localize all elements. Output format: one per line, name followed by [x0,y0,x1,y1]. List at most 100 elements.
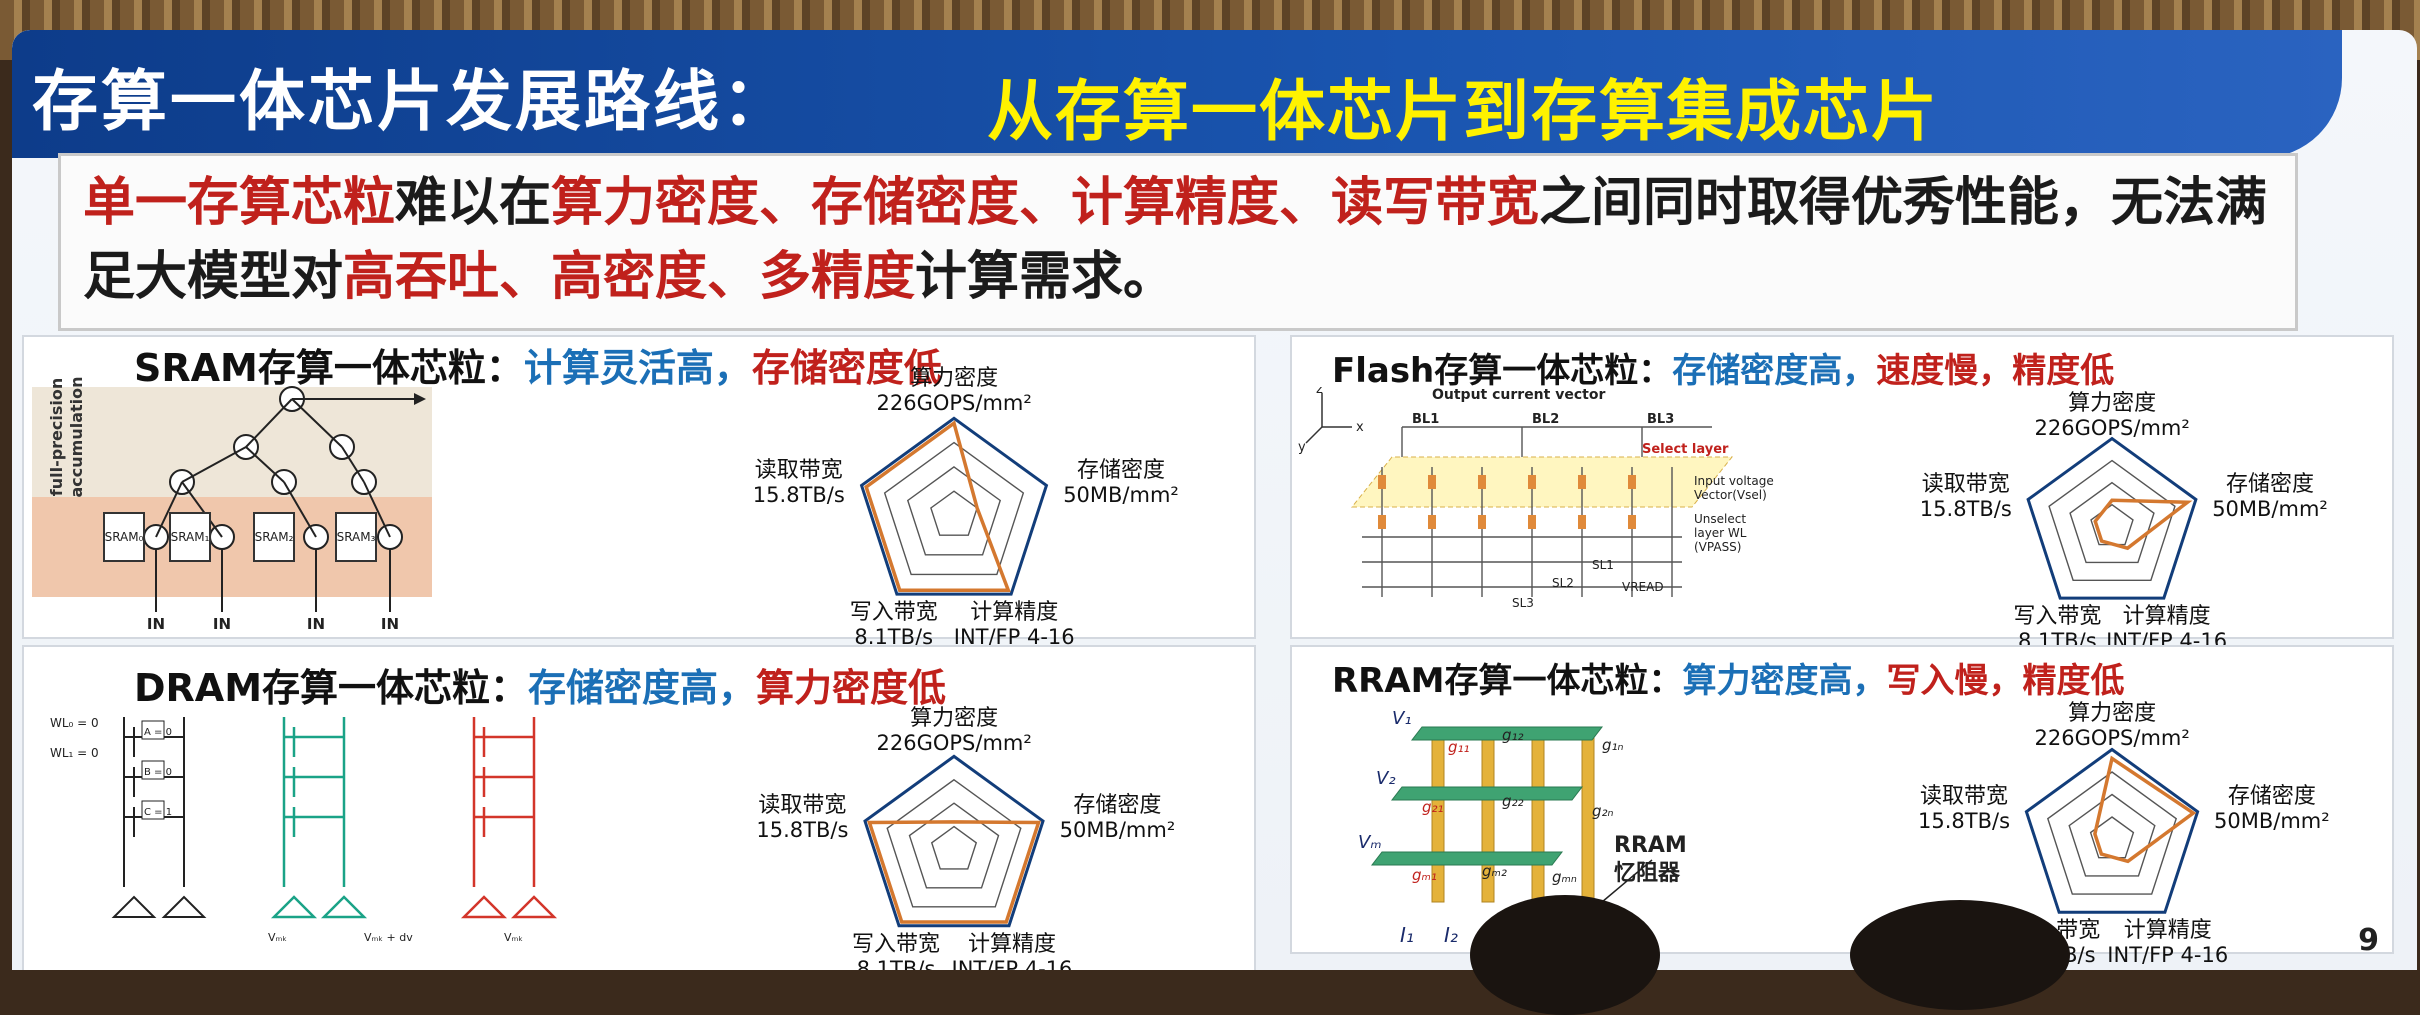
flash-bitline: BL2 [1532,412,1559,427]
radar-axis-name: 写入带宽 [851,931,940,957]
rram-conductance: g₂₂ [1502,792,1524,810]
radar-axis-label: 计算精度 INT/FP 4-16 [2107,918,2229,968]
radar-axis-name: 读取带宽 [758,793,847,819]
radar-axis-label: 读取带宽 15.8TB/s [752,457,845,507]
sram-input-label: IN [213,615,231,633]
radar-axis-name: 计算精度 [2122,604,2211,630]
sram-architecture-diagram: full-precision accumulation SRAM₀ SRAM₁ [32,377,432,633]
sram-block-label: SRAM₂ [255,530,294,544]
radar-axis-name: 计算精度 [970,600,1059,626]
dram-title: DRAM存算一体芯粒：存储密度高，算力密度低 [134,657,946,712]
radar-axis-name: 读取带宽 [754,457,843,483]
flash-label: (VPASS) [1694,540,1741,554]
intro-text: 高吞吐、高密度、多精度 [343,247,916,307]
flash-label: Vector(Vsel) [1694,488,1767,502]
panel-title-text: Flash存算一体芯粒： [1332,351,1673,391]
radar-axis-label: 读取带宽 15.8TB/s [756,793,849,843]
radar-axis-value: INT/FP 4-16 [951,956,1073,970]
radar-ring [930,825,978,870]
dram-label: Vₘₖ + dv [364,931,413,944]
intro-text: 单一存算芯粒 [83,173,396,233]
radar-axis-name: 存储密度 [1073,793,1162,819]
sram-input-label: IN [307,615,325,633]
radar-ring [2069,481,2155,564]
radar-axis-name: 计算精度 [2123,918,2212,944]
rram-conductance: g₂ₙ [1592,802,1614,820]
radar-axis-name: 存储密度 [2227,784,2316,810]
radar-axis-value: 50MB/mm² [1063,482,1179,507]
radar-axis-label: 计算精度 INT/FP 4-16 [951,932,1073,970]
dram-label: WL₀ = 0 [50,716,99,730]
panel-title-strength: 存储密度高， [1672,351,1877,391]
radar-ring [908,802,1000,889]
radar-axis-label: 读取带宽 15.8TB/s [1918,784,2011,834]
radar-axis-label: 算力密度 226GOPS/mm² [2034,392,2190,441]
flash-label: Unselect [1694,512,1746,526]
radar-axis-value: INT/FP 4-16 [2107,943,2229,968]
presentation-slide: 存算一体芯片发展路线： 从存算一体芯片到存算集成芯片 单一存算芯粒难以在算力密度… [12,30,2417,970]
panel-title-text: RRAM存算一体芯粒： [1332,661,1683,701]
radar-axis-value: 15.8TB/s [756,818,849,843]
radar-axis-name: 写入带宽 [2013,604,2102,630]
radar-axis-label: 存储密度 50MB/mm² [1060,793,1176,843]
radar-axis-value: 15.8TB/s [752,482,845,507]
flash-3d-array-diagram: x y z Output current vector BL1 BL2 BL3 … [1298,387,1774,610]
sram-label: full-precision [47,378,66,497]
sram-block-label: SRAM₁ [171,530,210,544]
flash-sourceline: SL1 [1592,558,1614,572]
radar-axis-value: 226GOPS/mm² [2034,726,2190,750]
page-number: 9 [2358,923,2379,958]
radar-axis-name: 读取带宽 [1920,784,2009,810]
panel-title-weakness: 算力密度低 [756,666,947,710]
axis-label: y [1298,440,1306,455]
rram-voltage: Vₘ [1358,832,1382,853]
radar-axis-label: 写入带宽8.1TB/s [851,931,940,970]
dram-label: B = 0 [144,767,172,778]
title-bar: 存算一体芯片发展路线： 从存算一体芯片到存算集成芯片 [12,30,2342,158]
radar-axis-label: 存储密度 50MB/mm² [1063,458,1179,507]
flash-title: Flash存算一体芯粒：存储密度高，速度慢，精度低 [1332,343,2114,392]
flash-panel: Flash存算一体芯粒：存储密度高，速度慢，精度低 x y z Output c… [1290,335,2394,653]
radar-axis-label: 存储密度 50MB/mm² [2212,472,2328,522]
panel-title-weakness: 写入慢，精度低 [1886,661,2125,701]
flash-label: layer WL [1694,526,1747,540]
slide-subtitle: 从存算一体芯片到存算集成芯片 [987,73,1939,150]
rram-conductance: g₁ₙ [1602,736,1624,754]
audience-head [1470,895,1660,1015]
radar-axis-value: 15.8TB/s [1918,809,2011,834]
radar-axis-value: 226GOPS/mm² [2034,416,2190,440]
axis-label: x [1356,420,1364,435]
radar-ring [906,466,1002,556]
radar-ring [2068,793,2156,877]
rram-conductance: g₁₂ [1502,726,1524,744]
radar-axis-label: 存储密度 50MB/mm² [2214,784,2330,834]
rram-conductance: gₘ₁ [1412,866,1437,884]
dram-label: WL₁ = 0 [50,746,99,760]
intro-statement: 单一存算芯粒难以在算力密度、存储密度、计算精度、读写带宽之间同时取得优秀性能，无… [58,153,2298,331]
flash-sourceline: SL3 [1512,596,1534,610]
panel-title-strength: 算力密度高， [1682,661,1887,701]
flash-bitline: BL1 [1412,412,1439,427]
panel-title-weakness: 速度慢，精度低 [1876,351,2115,391]
sram-label: accumulation [67,377,86,498]
slide-title: 存算一体芯片发展路线： [32,63,791,140]
intro-text: 算力密度、存储密度、计算精度、读写带宽 [551,173,1540,233]
rram-label: 忆阻器 [1614,860,1681,886]
rram-voltage: V₁ [1392,708,1412,729]
dram-radar: 算力密度 226GOPS/mm² 存储密度 50MB/mm² 计算精度 INT/FP 4-… [664,707,1244,971]
audience-head [1850,900,2070,1010]
radar-axis-name: 存储密度 [2226,472,2315,498]
rram-panel: RRAM存算一体芯粒：算力密度高，写入慢，精度低 V₁ V₂ Vₘ g₁₁ g₁… [1290,645,2394,967]
rram-title: RRAM存算一体芯粒：算力密度高，写入慢，精度低 [1332,653,2125,702]
flash-label: Output current vector [1432,387,1605,403]
dram-label: C = 1 [144,807,172,818]
radar-axis-label: 算力密度 226GOPS/mm² [876,367,1032,416]
radar-axis-value: 50MB/mm² [2212,497,2328,522]
rram-conductance: gₘₙ [1552,868,1577,886]
radar-ring [930,490,978,536]
radar-axis-name: 读取带宽 [1921,472,2010,498]
sram-block-label: SRAM₃ [337,530,376,544]
dram-panel: DRAM存算一体芯粒：存储密度高，算力密度低 WL₀ = 0 WL₁ = 0 A… [22,645,1256,970]
radar-axis-value: 226GOPS/mm² [876,391,1032,415]
sram-radar: 算力密度 226GOPS/mm² 存储密度 50MB/mm² 计算精度 INT/FP 4-… [664,367,1244,650]
